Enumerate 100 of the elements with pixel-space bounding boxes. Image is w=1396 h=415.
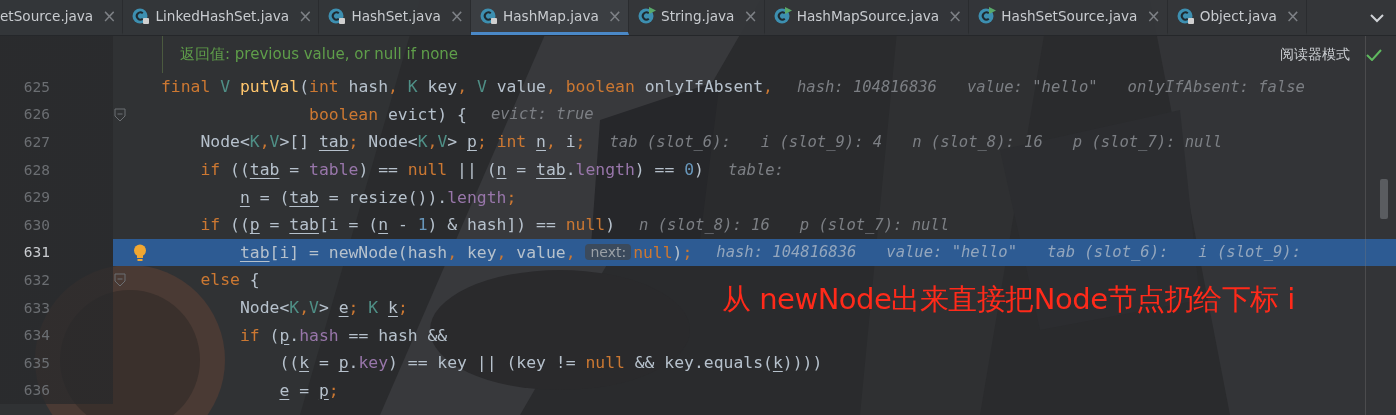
code-token: V <box>220 77 232 97</box>
code-token: , <box>496 242 508 262</box>
code-token: = <box>318 353 330 373</box>
code-token: (( <box>230 160 250 180</box>
fold-marker-icon[interactable] <box>114 273 126 288</box>
code-token: null <box>585 353 626 373</box>
inlay-hint: n (slot_8): 16 <box>912 133 1043 151</box>
code-token: n <box>378 215 389 235</box>
code-token: = resize()). <box>328 187 448 207</box>
code-token: K <box>368 298 380 318</box>
inlay-hint: evict: true <box>490 105 594 124</box>
code-token: 1 <box>417 215 428 235</box>
line-number: 632 <box>22 271 50 288</box>
line-number: 636 <box>22 382 50 399</box>
code-token: e <box>279 380 290 400</box>
code-token: (( <box>279 353 300 373</box>
reader-mode-link[interactable]: 阅读器模式 <box>1280 45 1350 64</box>
code-token: = <box>289 160 301 180</box>
lightbulb-icon[interactable] <box>133 243 147 262</box>
code-token: ; int <box>476 132 528 152</box>
code-token: , <box>763 77 773 97</box>
file-tab[interactable]: Object.java × <box>1167 0 1307 35</box>
code-token: k <box>299 353 310 373</box>
code-token: . <box>289 325 300 345</box>
check-icon <box>1366 48 1382 61</box>
line-number: 635 <box>22 354 50 371</box>
code-token: key <box>427 77 458 97</box>
code-token: hash <box>299 325 339 345</box>
file-tab[interactable]: String.java × <box>629 0 765 35</box>
code-token: tab <box>289 215 319 235</box>
line-number: 634 <box>22 327 50 344</box>
code-token: K <box>417 132 428 152</box>
code-token: ; <box>348 298 360 318</box>
class-file-icon <box>978 7 997 25</box>
code-token: n <box>239 187 250 207</box>
code-token: if <box>239 325 261 345</box>
line-number: 628 <box>22 161 50 178</box>
class-file-icon <box>480 7 499 25</box>
class-file-icon <box>328 7 347 25</box>
fold-marker-icon[interactable] <box>114 107 126 122</box>
code-token: V <box>437 132 448 152</box>
inlay-hint: value: "hello" <box>966 77 1098 96</box>
code-token: ) <box>694 160 704 180</box>
chevron-down-icon[interactable] <box>1370 12 1384 23</box>
code-token: , <box>259 132 270 152</box>
file-tab[interactable]: HashMapSource.java × <box>764 0 970 35</box>
file-tab[interactable]: etSource.java × <box>0 0 124 35</box>
code-token: ; <box>682 242 693 262</box>
code-token: ) & hash]) == <box>427 215 557 235</box>
line-number: 631 <box>22 244 50 261</box>
code-token: ) == <box>634 160 676 180</box>
parameter-hint: next: <box>585 244 632 261</box>
code-token: , <box>546 132 557 152</box>
class-file-icon <box>638 7 657 25</box>
code-token: evict) { <box>388 104 467 124</box>
code-token: p <box>318 380 329 400</box>
code-token: ) <box>672 242 683 262</box>
code-token: ; <box>348 132 360 152</box>
inlay-hint: tab (slot_6): <box>1047 243 1169 262</box>
code-token: V <box>269 132 280 152</box>
inlay-hint: table: <box>727 160 784 179</box>
code-token: Node< <box>368 132 418 152</box>
file-tab[interactable]: LinkedHashSet.java × <box>123 0 320 35</box>
code-token: tab <box>536 160 566 180</box>
inlay-hint: n (slot_8): 16 <box>639 215 770 234</box>
code-token: length <box>447 187 507 207</box>
code-token: V <box>476 77 488 97</box>
code-token: k <box>388 298 398 318</box>
inlay-hint: p (slot_7): null <box>799 215 950 234</box>
code-token: = ( <box>259 187 290 207</box>
inlay-hint: i (slot_9): <box>1198 243 1301 262</box>
code-token: = <box>269 215 281 235</box>
inlay-hint: hash: 104816836 <box>716 243 857 262</box>
scrollbar-thumb[interactable] <box>1380 179 1388 219</box>
code-token: - <box>397 215 409 235</box>
code-token: else <box>200 270 241 290</box>
code-token: ) <box>605 215 616 235</box>
code-token: table <box>309 160 359 180</box>
code-token: key <box>466 242 497 262</box>
code-token: , boolean <box>546 77 636 97</box>
code-token: (( <box>230 215 250 235</box>
code-token: ( <box>299 77 310 97</box>
code-token: if <box>200 160 222 180</box>
code-token: Node< <box>239 298 290 318</box>
code-token: , <box>388 77 399 97</box>
code-token: value <box>496 77 546 97</box>
class-file-icon <box>132 7 151 25</box>
code-token: )))) <box>782 353 823 373</box>
line-number: 625 <box>22 78 50 95</box>
inlay-hint: p (slot_7): null <box>1072 133 1223 151</box>
code-token: , <box>427 132 438 152</box>
code-token: p <box>338 353 349 373</box>
code-token: , <box>299 298 310 318</box>
code-token: K <box>407 77 419 97</box>
file-tab[interactable]: HashMap.java × <box>471 0 630 35</box>
code-token: ( <box>269 325 280 345</box>
code-token: putVal <box>239 77 300 97</box>
file-tab[interactable]: HashSetSource.java × <box>969 0 1168 35</box>
code-token: { <box>249 270 260 290</box>
line-number: 626 <box>22 106 50 123</box>
